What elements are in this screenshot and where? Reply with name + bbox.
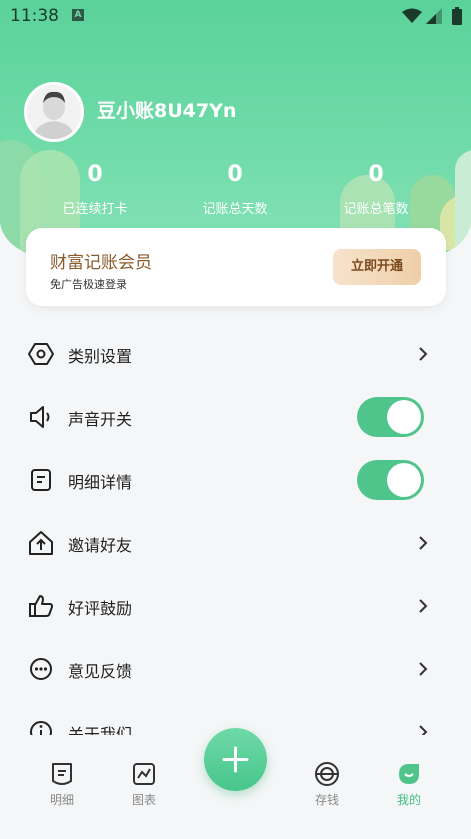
- menu-item-category-settings[interactable]: 类别设置: [0, 323, 471, 386]
- nav-item-charts[interactable]: 图表: [114, 761, 174, 808]
- nav-item-savings[interactable]: 存钱: [297, 761, 357, 808]
- piggy-icon: [315, 762, 339, 786]
- decoration-bush: [455, 150, 471, 250]
- stat-total-days: 0 记账总天数: [175, 162, 295, 217]
- notification-icon: A: [72, 9, 84, 21]
- detail-icon: [31, 469, 51, 491]
- menu-item-detail-info[interactable]: 明细详情: [0, 449, 471, 512]
- toggle-knob: [387, 400, 421, 434]
- chart-icon: [133, 763, 155, 785]
- chevron-right-icon: [419, 725, 428, 735]
- profile-header: 11:38 A 豆小账8U47Yn 0 已连续打卡 0 记账总天数 0 记账总笔…: [0, 0, 471, 260]
- info-icon: [30, 721, 52, 735]
- menu-item-label: 意见反馈: [68, 662, 133, 681]
- nav-item-bills[interactable]: 明细: [32, 761, 92, 808]
- stat-total-entries: 0 记账总笔数: [316, 162, 436, 217]
- invite-icon: [29, 531, 53, 555]
- thumbs-up-icon: [29, 595, 53, 617]
- stat-value: 0: [227, 162, 243, 187]
- bill-icon: [52, 763, 72, 785]
- avatar[interactable]: [24, 82, 84, 142]
- stat-label: 记账总天数: [202, 202, 268, 217]
- stat-label: 记账总笔数: [343, 202, 409, 217]
- chevron-right-icon: [419, 662, 428, 676]
- sound-toggle[interactable]: [357, 397, 424, 437]
- open-membership-button[interactable]: 立即开通: [333, 249, 421, 285]
- menu-item-label: 类别设置: [68, 347, 133, 366]
- menu-item-label: 关于我们: [68, 725, 133, 735]
- category-icon: [28, 343, 54, 365]
- battery-icon: [452, 7, 462, 25]
- nav-item-label: 存钱: [314, 793, 339, 807]
- detail-toggle[interactable]: [357, 460, 424, 500]
- nav-item-me[interactable]: 我的: [379, 761, 439, 808]
- system-nav-area: [0, 825, 471, 839]
- chevron-right-icon: [419, 347, 428, 361]
- add-record-button[interactable]: [204, 728, 267, 791]
- settings-menu: 类别设置 声音开关 明细详情 邀请好友 好评鼓励 意见反馈 关于我们: [0, 323, 471, 735]
- chevron-right-icon: [419, 599, 428, 613]
- menu-item-label: 好评鼓励: [68, 599, 133, 618]
- me-icon: [399, 764, 419, 784]
- menu-item-label: 邀请好友: [68, 536, 133, 555]
- menu-item-label: 明细详情: [68, 473, 133, 492]
- stat-value: 0: [87, 162, 103, 187]
- feedback-icon: [30, 658, 52, 680]
- nav-item-label: 明细: [49, 793, 74, 807]
- username[interactable]: 豆小账8U47Yn: [97, 96, 236, 123]
- member-card[interactable]: 财富记账会员 免广告极速登录 立即开通: [26, 228, 446, 306]
- stat-value: 0: [368, 162, 384, 187]
- stat-label: 已连续打卡: [62, 202, 128, 217]
- chevron-right-icon: [419, 536, 428, 550]
- member-title: 财富记账会员: [50, 253, 152, 273]
- toggle-knob: [387, 463, 421, 497]
- avatar-person-icon: [27, 85, 81, 139]
- menu-item-invite-friends[interactable]: 邀请好友: [0, 512, 471, 575]
- menu-item-label: 声音开关: [68, 410, 133, 429]
- plus-icon: [222, 746, 249, 773]
- status-bar: 11:38 A: [0, 0, 471, 32]
- speaker-icon: [30, 406, 50, 428]
- nav-item-label: 图表: [131, 793, 156, 807]
- nav-item-label: 我的: [396, 793, 421, 807]
- member-subtitle: 免广告极速登录: [50, 278, 127, 291]
- stat-checkin-streak: 0 已连续打卡: [35, 162, 155, 217]
- menu-item-sound-switch[interactable]: 声音开关: [0, 386, 471, 449]
- signal-icon: [426, 8, 442, 24]
- wifi-icon: [402, 8, 422, 23]
- status-time: 11:38: [10, 6, 59, 26]
- menu-item-rate-encourage[interactable]: 好评鼓励: [0, 575, 471, 638]
- menu-item-feedback[interactable]: 意见反馈: [0, 638, 471, 701]
